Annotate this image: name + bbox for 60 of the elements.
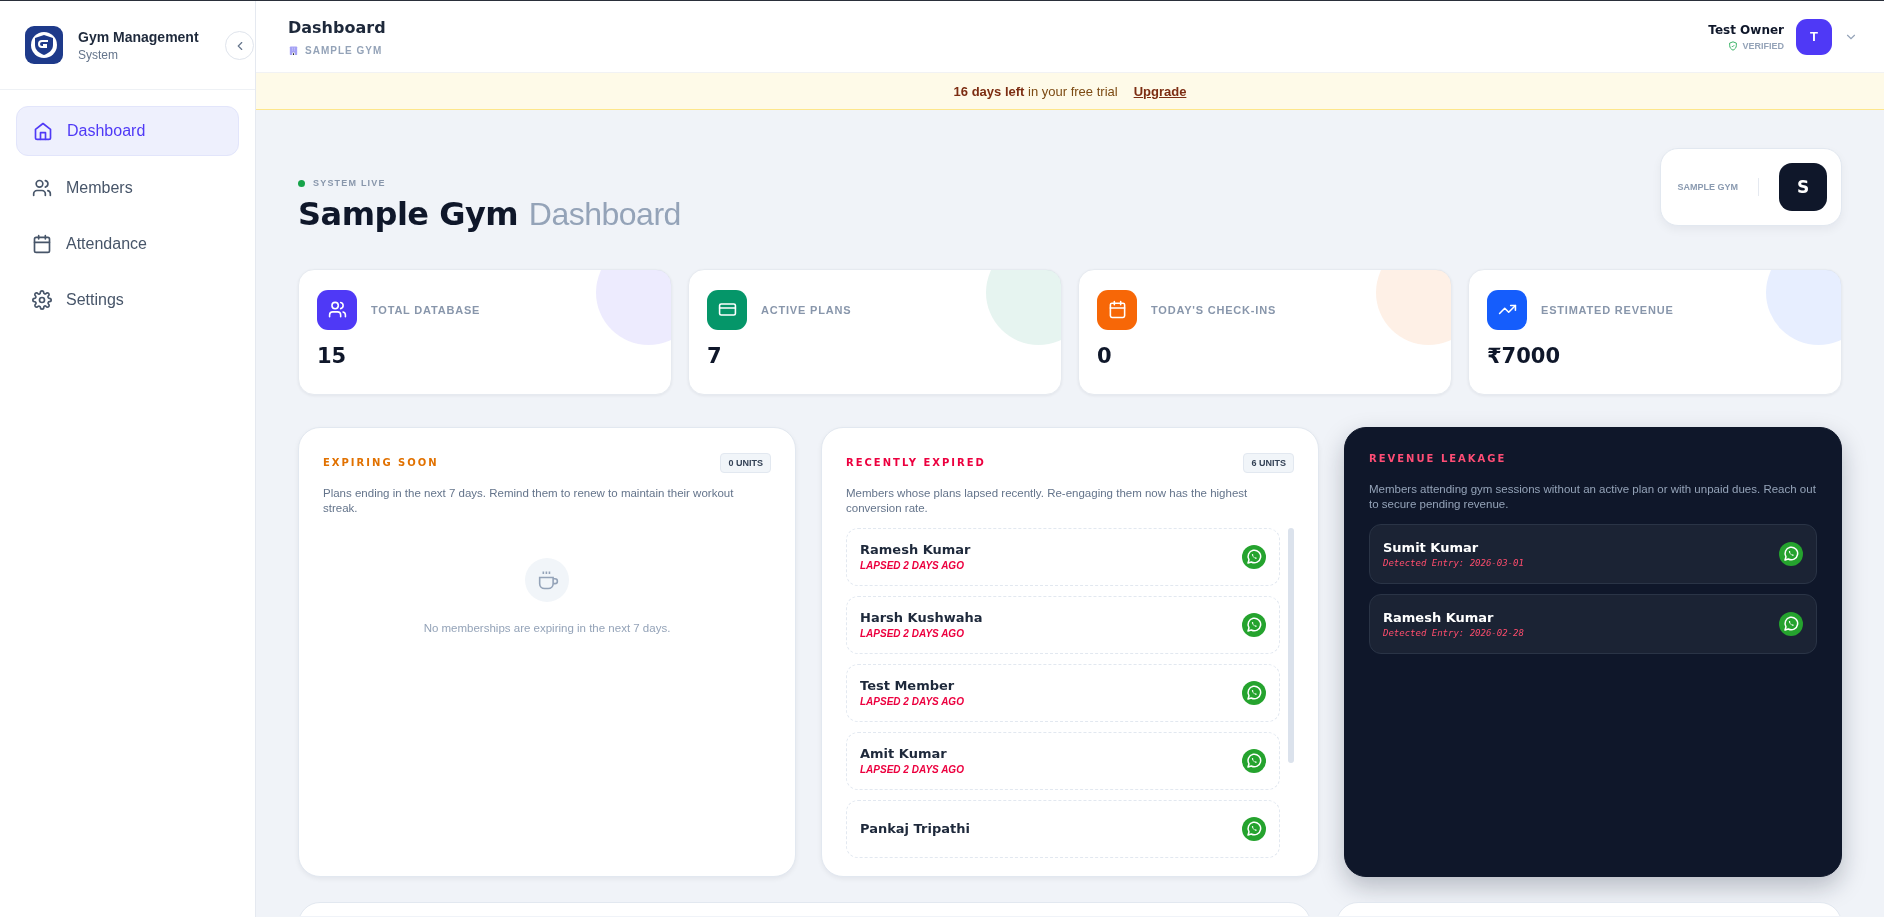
verified-label: VERIFIED xyxy=(1742,40,1784,51)
stat-value: 15 xyxy=(317,343,348,368)
empty-message: No memberships are expiring in the next 7 days. xyxy=(423,621,671,634)
user-avatar[interactable]: T xyxy=(1796,18,1832,55)
panel-description: Members whose plans lapsed recently. Re-engaging them now has the highest conversion rate. xyxy=(846,485,1249,516)
entry-note: Detected Entry: 2026-02-28 xyxy=(1383,627,1524,638)
users-icon xyxy=(327,300,347,320)
stat-value: ₹7000 xyxy=(1487,343,1562,368)
member-name: Ramesh Kumar xyxy=(860,542,971,558)
brand-title: Gym Management xyxy=(78,28,199,45)
whatsapp-icon[interactable] xyxy=(1779,541,1803,566)
gym-name: SAMPLE GYM xyxy=(305,44,383,56)
count-badge: 0 UNITS xyxy=(720,452,771,473)
calendar-icon xyxy=(32,234,52,254)
lapse-note: LAPSED 2 DAYS AGO xyxy=(860,696,964,708)
stat-label: ACTIVE PLANS xyxy=(761,303,852,316)
nav-item[interactable]: Members xyxy=(16,164,239,212)
settings-icon xyxy=(32,290,52,310)
gym-logo-icon xyxy=(24,25,64,65)
dashboard-heading: Sample Gym Dashboard xyxy=(298,196,681,233)
lapse-note: LAPSED 2 DAYS AGO xyxy=(860,560,965,572)
member-name: Pankaj Tripathi xyxy=(860,821,970,837)
coffee-cup-icon xyxy=(525,557,569,602)
whatsapp-icon[interactable] xyxy=(1779,611,1803,636)
member-name: Harsh Kushwaha xyxy=(860,610,983,626)
stat-label: TODAY'S CHECK-INS xyxy=(1151,303,1276,316)
panel-description: Plans ending in the next 7 days. Remind them to renew to maintain their workout streak. xyxy=(323,485,735,516)
shield-check-icon xyxy=(1728,40,1739,51)
nav-item[interactable]: Dashboard xyxy=(16,106,239,156)
nav-item[interactable]: Settings xyxy=(16,276,239,324)
brand-subtitle: System xyxy=(78,47,119,62)
lapse-note: LAPSED 2 DAYS AGO xyxy=(860,628,965,640)
user-name: Test Owner xyxy=(1708,22,1784,37)
stat-value: 7 xyxy=(707,343,723,368)
stat-value: 0 xyxy=(1097,343,1113,368)
panel-title: RECENTLY EXPIRED xyxy=(846,457,986,469)
users-icon xyxy=(32,178,52,198)
status-label: SYSTEM LIVE xyxy=(313,178,386,188)
gym-avatar: S xyxy=(1779,163,1827,211)
member-name: Test Member xyxy=(860,678,956,694)
lapse-note: LAPSED 2 DAYS AGO xyxy=(860,764,964,776)
calendar-icon xyxy=(1107,300,1127,320)
home-icon xyxy=(33,121,53,141)
building-icon xyxy=(288,44,299,56)
member-name: Ramesh Kumar xyxy=(1383,609,1495,625)
panel-title: REVENUE LEAKAGE xyxy=(1369,453,1507,465)
entry-note: Detected Entry: 2026-03-01 xyxy=(1383,557,1524,568)
member-name: Amit Kumar xyxy=(860,746,948,762)
panel-description: Members attending gym sessions without an active plan or with unpaid dues. Reach out to secure pending revenue. xyxy=(1369,481,1817,512)
trial-message: 16 days left in your free trial xyxy=(953,83,1118,99)
nav-item[interactable]: Attendance xyxy=(16,220,239,268)
panel-title: EXPIRING SOON xyxy=(323,457,439,469)
page-title: Dashboard xyxy=(288,17,386,37)
status-dot xyxy=(298,179,305,187)
stat-label: ESTIMATED REVENUE xyxy=(1541,303,1674,316)
stat-label: TOTAL DATABASE xyxy=(371,303,481,316)
count-badge: 6 UNITS xyxy=(1243,452,1294,473)
gym-label: SAMPLE GYM xyxy=(1677,182,1738,192)
member-name: Sumit Kumar xyxy=(1383,539,1480,555)
upgrade-link[interactable]: Upgrade xyxy=(1133,83,1187,99)
